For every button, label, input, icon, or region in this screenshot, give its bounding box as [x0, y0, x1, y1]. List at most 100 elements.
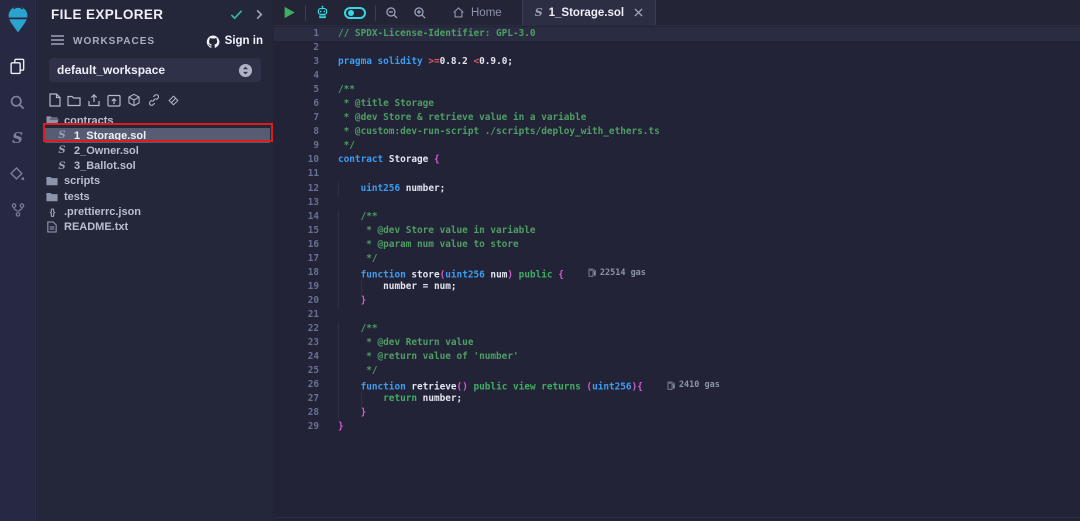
line-number: 14	[274, 210, 319, 224]
code-line-4[interactable]: 4	[274, 69, 1080, 83]
code-line-21[interactable]: 21	[274, 308, 1080, 322]
file-icon	[45, 221, 59, 233]
search-icon[interactable]	[0, 84, 36, 120]
code-editor[interactable]: 1// SPDX-License-Identifier: GPL-3.023pr…	[274, 27, 1080, 517]
zoom-in-icon[interactable]	[406, 0, 434, 25]
tree-item-3-ballot-sol[interactable]: S3_Ballot.sol	[45, 159, 270, 174]
tree-item-label: 1_Storage.sol	[74, 130, 146, 142]
tree-item-label: README.txt	[64, 221, 128, 233]
code-line-6[interactable]: 6 * @title Storage	[274, 97, 1080, 111]
code-line-7[interactable]: 7 * @dev Store & retrieve value in a var…	[274, 111, 1080, 125]
code-line-5[interactable]: 5 /**	[274, 83, 1080, 97]
deploy-run-icon[interactable]	[0, 156, 36, 192]
code-line-29[interactable]: 29}	[274, 420, 1080, 434]
remix-logo[interactable]	[5, 4, 31, 34]
code-line-17[interactable]: 17 */	[274, 252, 1080, 266]
line-number: 27	[274, 392, 319, 406]
line-number: 13	[274, 196, 319, 210]
new-file-icon[interactable]	[49, 93, 61, 107]
code-line-12[interactable]: 12 uint256 number;	[274, 182, 1080, 196]
tree-item-tests[interactable]: tests	[45, 189, 270, 204]
tab-home-label: Home	[471, 7, 502, 19]
cube-icon[interactable]	[127, 93, 141, 107]
code-line-11[interactable]: 11	[274, 167, 1080, 181]
toggle-switch[interactable]	[337, 0, 373, 25]
code-line-28[interactable]: 28 }	[274, 406, 1080, 420]
tree-item-2-owner-sol[interactable]: S2_Owner.sol	[45, 143, 270, 158]
gas-pump-icon	[667, 381, 675, 390]
code-line-15[interactable]: 15 * @dev Store value in variable	[274, 224, 1080, 238]
code-line-19[interactable]: 19 number = num;	[274, 280, 1080, 294]
code-line-20[interactable]: 20 }	[274, 294, 1080, 308]
sign-in-button[interactable]: Sign in	[206, 35, 263, 48]
tree-item-scripts[interactable]: scripts	[45, 174, 270, 189]
tree-item--prettierrc-json[interactable]: { } .prettierrc.json	[45, 204, 270, 219]
hamburger-icon[interactable]	[51, 32, 64, 50]
new-folder-icon[interactable]	[67, 94, 81, 107]
solidity-icon: S	[535, 6, 543, 19]
code-text: * @return value of 'number'	[338, 350, 519, 364]
line-number: 9	[274, 139, 319, 153]
file-explorer-header: FILE EXPLORER	[37, 0, 273, 28]
code-line-23[interactable]: 23 * @dev Return value	[274, 336, 1080, 350]
chevron-right-icon[interactable]	[255, 9, 263, 20]
code-line-24[interactable]: 24 * @return value of 'number'	[274, 350, 1080, 364]
code-line-22[interactable]: 22 /**	[274, 322, 1080, 336]
play-icon[interactable]	[274, 0, 303, 25]
code-line-27[interactable]: 27 return number;	[274, 392, 1080, 406]
ai-assistant-icon[interactable]	[308, 0, 337, 25]
line-number: 8	[274, 125, 319, 139]
github-icon	[206, 35, 220, 48]
solidity-compiler-icon[interactable]: S	[0, 120, 36, 156]
editor-bottom-border	[274, 517, 1080, 518]
tree-item-label: .prettierrc.json	[64, 206, 141, 218]
code-line-3[interactable]: 3pragma solidity >=0.8.2 <0.9.0;	[274, 55, 1080, 69]
upload-file-icon[interactable]	[87, 93, 101, 107]
code-text: * @custom:dev-run-script ./scripts/deplo…	[338, 125, 660, 139]
code-line-13[interactable]: 13	[274, 196, 1080, 210]
zoom-out-icon[interactable]	[378, 0, 406, 25]
code-text: /**	[338, 210, 378, 224]
line-number: 3	[274, 55, 319, 69]
line-number: 23	[274, 336, 319, 350]
check-icon[interactable]	[230, 9, 243, 20]
code-text: }	[338, 294, 366, 308]
tree-item-readme-txt[interactable]: README.txt	[45, 219, 270, 234]
diamond-icon[interactable]	[167, 94, 180, 107]
workspace-selected-value: default_workspace	[57, 63, 238, 77]
line-number: 20	[274, 294, 319, 308]
tab-bar: Home S 1_Storage.sol	[274, 0, 1080, 26]
file-explorer-icon[interactable]	[0, 48, 36, 84]
code-line-14[interactable]: 14 /**	[274, 210, 1080, 224]
code-line-1[interactable]: 1// SPDX-License-Identifier: GPL-3.0	[274, 27, 1080, 41]
code-text: }	[338, 406, 366, 420]
line-number: 16	[274, 238, 319, 252]
code-line-2[interactable]: 2	[274, 41, 1080, 55]
code-line-9[interactable]: 9 */	[274, 139, 1080, 153]
tab-1-storage-sol[interactable]: S 1_Storage.sol	[522, 0, 656, 25]
tree-item-label: 3_Ballot.sol	[74, 160, 136, 172]
tree-item-contracts[interactable]: contracts	[45, 113, 270, 128]
workspaces-label: WORKSPACES	[73, 36, 206, 47]
line-number: 5	[274, 83, 319, 97]
code-line-16[interactable]: 16 * @param num value to store	[274, 238, 1080, 252]
code-text: function store(uint256 num) public {2251…	[338, 266, 646, 280]
code-text: * @dev Return value	[338, 336, 473, 350]
code-line-26[interactable]: 26 function retrieve() public view retur…	[274, 378, 1080, 392]
code-line-8[interactable]: 8 * @custom:dev-run-script ./scripts/dep…	[274, 125, 1080, 139]
close-icon[interactable]	[634, 8, 643, 17]
json-icon: { }	[45, 207, 59, 217]
link-icon[interactable]	[147, 93, 161, 107]
tree-item-1-storage-sol[interactable]: S1_Storage.sol	[45, 128, 270, 143]
git-icon[interactable]	[0, 192, 36, 228]
file-explorer-panel: FILE EXPLORER WORKSPACES	[37, 0, 273, 521]
tab-file-label: 1_Storage.sol	[549, 7, 624, 19]
workspace-select[interactable]: default_workspace	[49, 58, 261, 82]
code-text: /**	[338, 83, 355, 97]
code-text: * @dev Store value in variable	[338, 224, 536, 238]
code-line-25[interactable]: 25 */	[274, 364, 1080, 378]
tab-home[interactable]: Home	[440, 0, 514, 25]
code-line-18[interactable]: 18 function store(uint256 num) public {2…	[274, 266, 1080, 280]
code-line-10[interactable]: 10contract Storage {	[274, 153, 1080, 167]
upload-folder-icon[interactable]	[107, 94, 121, 107]
